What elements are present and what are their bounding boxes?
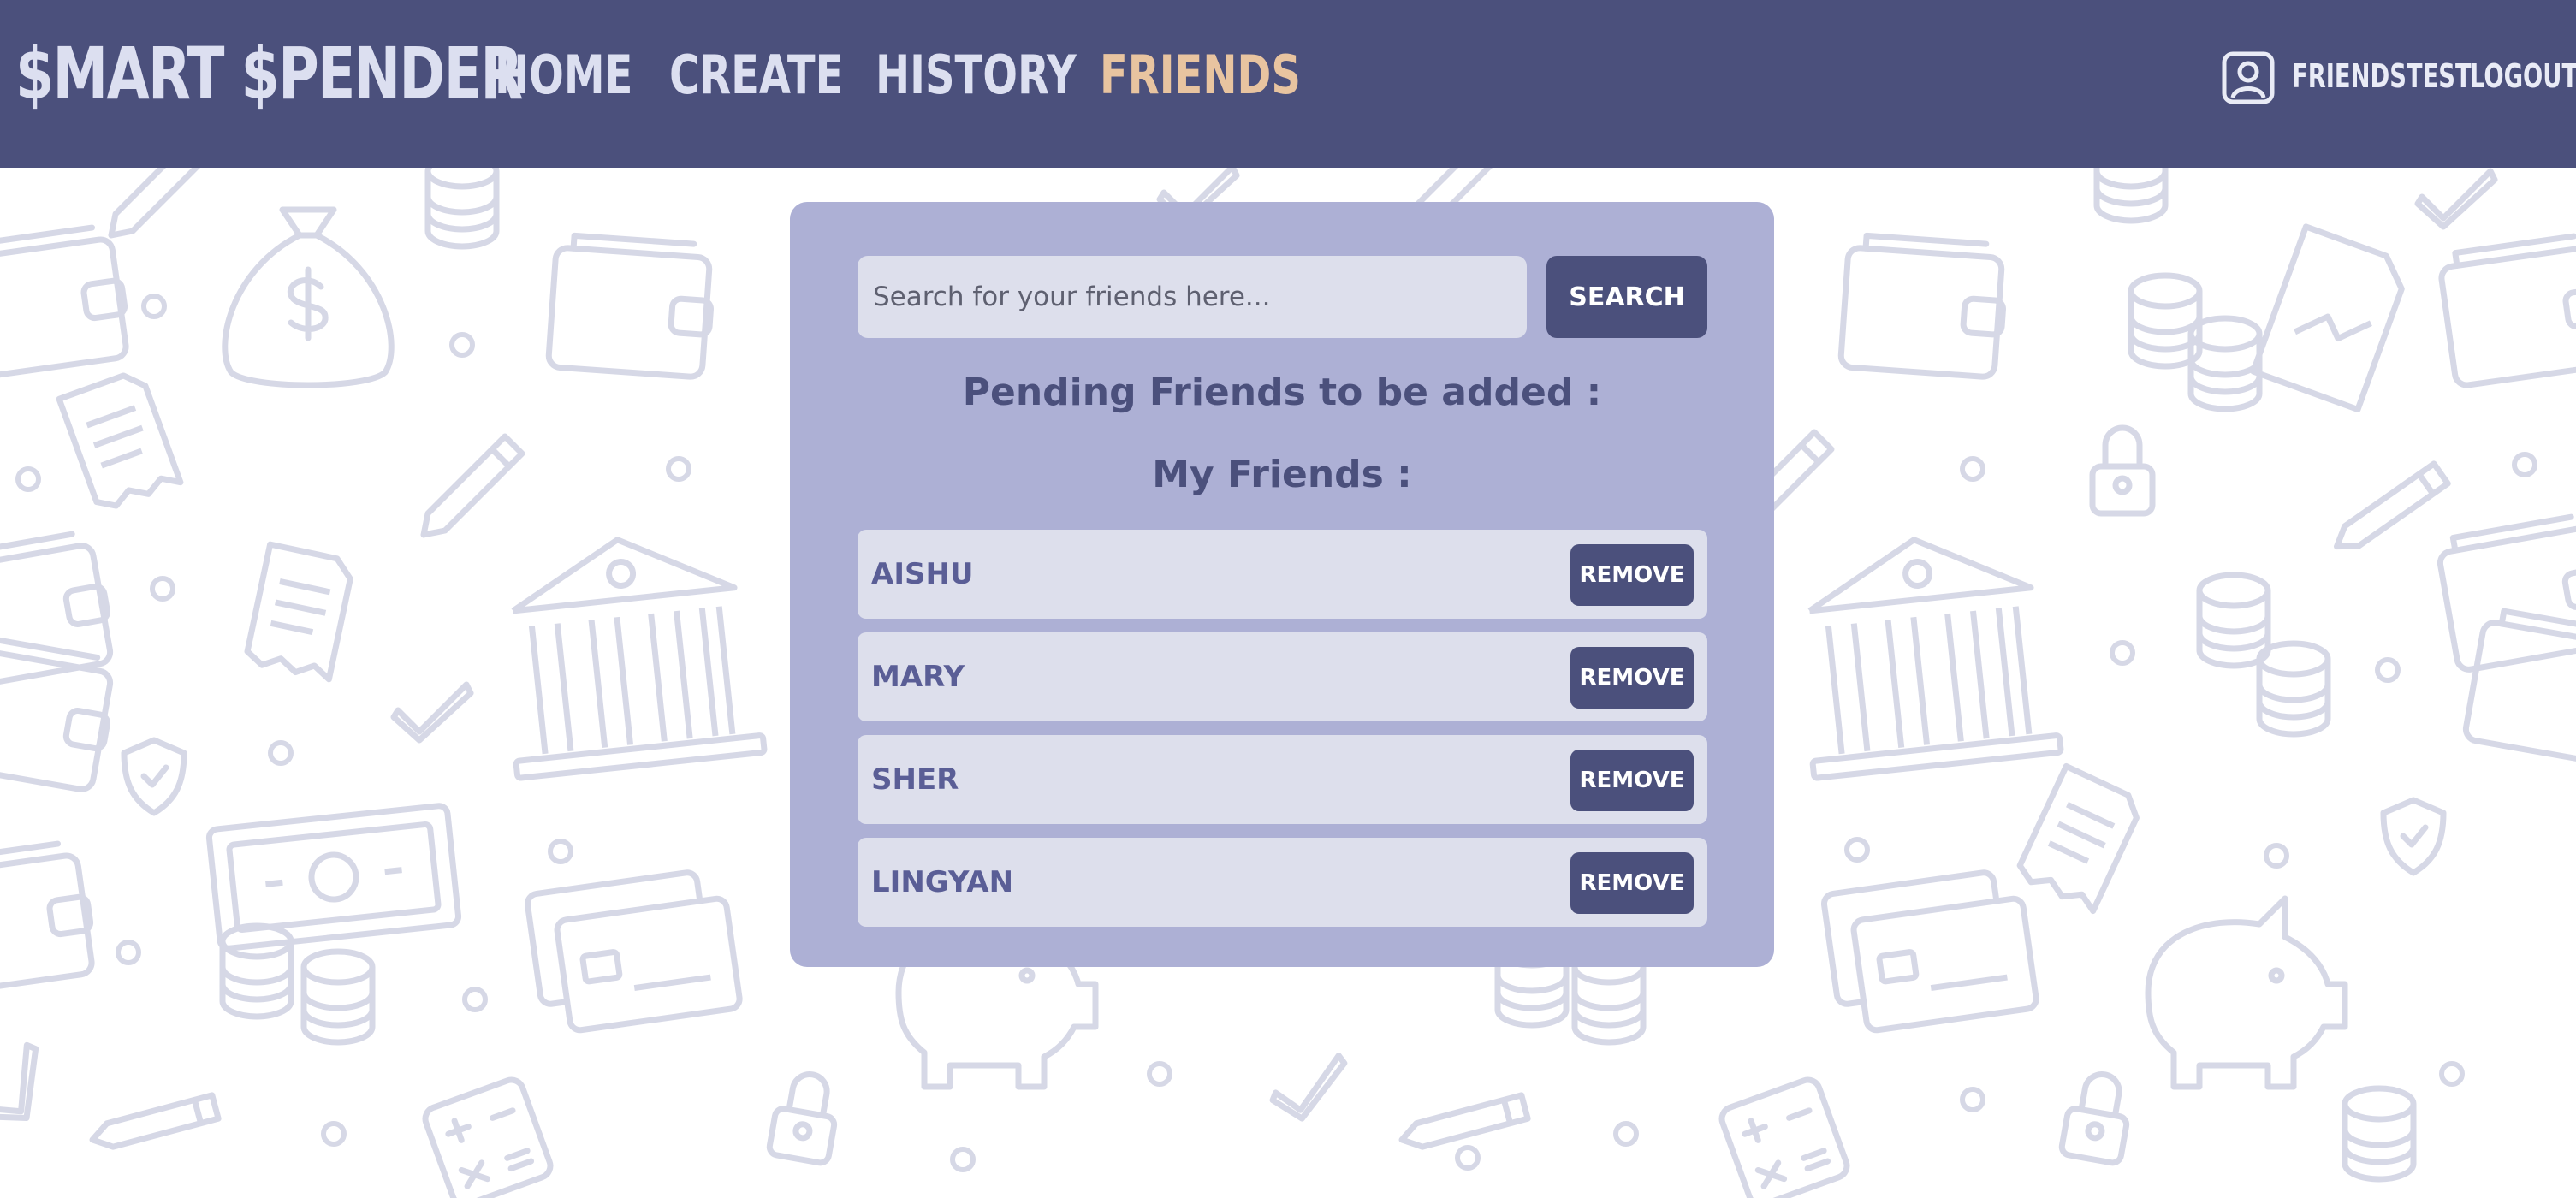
- username-label[interactable]: FRIENDSTEST: [2292, 55, 2472, 98]
- friend-row: LINGYAN REMOVE: [858, 838, 1707, 927]
- friend-search-input[interactable]: [858, 256, 1527, 338]
- friend-row: AISHU REMOVE: [858, 530, 1707, 619]
- friends-panel: SEARCH Pending Friends to be added : My …: [790, 202, 1774, 967]
- logout-button[interactable]: LOGOUT: [2470, 55, 2576, 98]
- nav-link-home[interactable]: HOME: [495, 41, 632, 110]
- friend-name: AISHU: [871, 557, 974, 591]
- my-friends-heading: My Friends :: [1152, 453, 1412, 496]
- pending-friends-heading: Pending Friends to be added :: [962, 371, 1602, 414]
- remove-friend-button[interactable]: REMOVE: [1570, 544, 1694, 606]
- friend-name: SHER: [871, 762, 959, 797]
- brand-logo[interactable]: $MART $PENDER: [15, 31, 523, 116]
- friend-row: SHER REMOVE: [858, 735, 1707, 824]
- search-button[interactable]: SEARCH: [1546, 256, 1707, 338]
- top-navbar: $MART $PENDER HOME CREATE HISTORY FRIEND…: [0, 0, 2576, 168]
- friends-list: AISHU REMOVE MARY REMOVE SHER REMOVE LIN…: [858, 530, 1707, 940]
- nav-link-history[interactable]: HISTORY: [875, 41, 1077, 110]
- nav-link-create[interactable]: CREATE: [669, 41, 843, 110]
- user-profile-icon[interactable]: [2222, 51, 2275, 104]
- friend-name: MARY: [871, 660, 965, 694]
- nav-link-friends[interactable]: FRIENDS: [1100, 41, 1301, 110]
- friend-row: MARY REMOVE: [858, 632, 1707, 721]
- remove-friend-button[interactable]: REMOVE: [1570, 647, 1694, 709]
- remove-friend-button[interactable]: REMOVE: [1570, 750, 1694, 811]
- friend-name: LINGYAN: [871, 865, 1014, 899]
- remove-friend-button[interactable]: REMOVE: [1570, 852, 1694, 914]
